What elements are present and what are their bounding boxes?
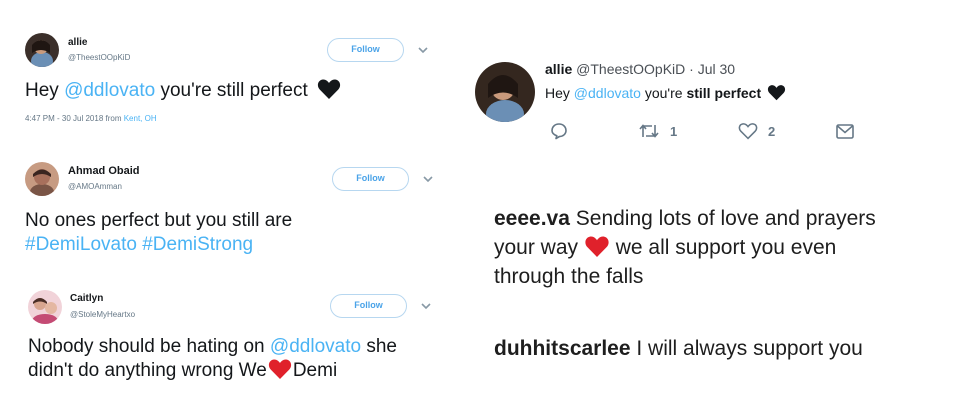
- reply-action[interactable]: [550, 122, 568, 140]
- comment-username[interactable]: duhhitscarlee: [494, 337, 631, 360]
- user-name-line: allie @TheestOOpKiD · Jul 30: [545, 61, 735, 77]
- avatar[interactable]: [28, 290, 62, 324]
- hashtag-links[interactable]: #DemiLovato #DemiStrong: [25, 234, 253, 257]
- black-heart-icon: [317, 79, 341, 100]
- avatar[interactable]: [25, 33, 59, 67]
- tweet-text: No ones perfect but you still are: [25, 210, 293, 231]
- text-suffix: Demi: [292, 360, 338, 381]
- user-handle[interactable]: @TheestOOpKiD: [68, 53, 130, 62]
- like-icon[interactable]: [738, 122, 758, 140]
- red-heart-icon: [268, 359, 291, 380]
- comment-line-2: your way we all support you even: [494, 233, 876, 262]
- avatar[interactable]: [475, 62, 535, 122]
- user-name[interactable]: allie: [545, 61, 572, 77]
- timestamp: 4:47 PM - 30 Jul 2018 from Kent, OH: [25, 114, 157, 123]
- like-action[interactable]: 2: [738, 122, 775, 140]
- tweet-ahmad-obaid: Ahmad Obaid @AMOAmman Follow No ones per…: [0, 150, 460, 270]
- text-prefix: Hey: [545, 85, 574, 101]
- user-name[interactable]: Ahmad Obaid: [68, 165, 140, 177]
- chevron-down-icon[interactable]: [417, 46, 429, 54]
- chevron-down-icon[interactable]: [420, 302, 432, 310]
- user-handle[interactable]: @StoleMyHeartxo: [70, 310, 135, 319]
- tweet-text: Hey @ddlovato you're still perfect: [25, 79, 341, 103]
- retweet-action[interactable]: 1: [638, 122, 677, 140]
- comment-text: we all support you even: [609, 236, 837, 259]
- comment-text: your way: [494, 236, 584, 259]
- comment-text: Sending lots of love and prayers: [569, 207, 876, 230]
- instagram-comment: eeee.va Sending lots of love and prayers…: [494, 204, 876, 291]
- tweet-allie: allie @TheestOOpKiD Follow Hey @ddlovato…: [0, 0, 460, 140]
- text-prefix: Hey: [25, 80, 65, 101]
- user-handle-date[interactable]: @TheestOOpKiD · Jul 30: [576, 61, 735, 77]
- like-count: 2: [768, 123, 776, 139]
- user-name[interactable]: Caitlyn: [70, 293, 103, 304]
- time-text[interactable]: 4:47 PM - 30 Jul 2018 from: [25, 114, 124, 123]
- text-prefix: didn't do anything wrong We: [28, 360, 267, 381]
- tweet-text-line-2: didn't do anything wrong We Demi: [28, 359, 338, 383]
- tweet-text-line-1: Nobody should be hating on @ddlovato she: [28, 336, 397, 359]
- avatar-image: [28, 290, 62, 324]
- tweet-text: Hey @ddlovato you're still perfect: [545, 85, 786, 102]
- text-middle: you're: [640, 85, 687, 101]
- red-heart-icon: [585, 236, 609, 257]
- avatar-image: [25, 33, 59, 67]
- avatar-image: [475, 62, 535, 122]
- comment-text: I will always support you: [630, 337, 863, 360]
- comment-username[interactable]: eeee.va: [494, 207, 570, 230]
- avatar[interactable]: [25, 162, 59, 196]
- text-bold: still perfect: [686, 85, 762, 101]
- reply-icon[interactable]: [550, 122, 568, 140]
- message-action[interactable]: [836, 124, 854, 139]
- comment-line-3: through the falls: [494, 265, 644, 288]
- follow-button[interactable]: Follow: [332, 167, 409, 191]
- retweet-icon[interactable]: [638, 122, 660, 140]
- location-link[interactable]: Kent, OH: [124, 114, 157, 123]
- mention-link[interactable]: @ddlovato: [270, 336, 361, 357]
- text-prefix: Nobody should be hating on: [28, 336, 270, 357]
- chevron-down-icon[interactable]: [422, 175, 434, 183]
- follow-button[interactable]: Follow: [327, 38, 404, 62]
- text-suffix: she: [361, 336, 397, 357]
- tweet-allie-timeline: allie @TheestOOpKiD · Jul 30 Hey @ddlova…: [470, 50, 970, 160]
- user-handle[interactable]: @AMOAmman: [68, 182, 122, 191]
- mention-link[interactable]: @ddlovato: [64, 80, 155, 101]
- instagram-comment: duhhitscarlee I will always support you: [494, 334, 863, 363]
- text-suffix: you're still perfect: [155, 80, 308, 101]
- black-heart-icon: [767, 85, 786, 101]
- comment-line-1: eeee.va Sending lots of love and prayers: [494, 204, 876, 233]
- tweet-caitlyn: Caitlyn @StoleMyHeartxo Follow Nobody sh…: [0, 280, 460, 410]
- avatar-image: [25, 162, 59, 196]
- user-name[interactable]: allie: [68, 37, 87, 48]
- retweet-count: 1: [670, 123, 678, 139]
- message-icon[interactable]: [836, 124, 854, 139]
- follow-button[interactable]: Follow: [330, 294, 407, 318]
- mention-link[interactable]: @ddlovato: [574, 85, 641, 101]
